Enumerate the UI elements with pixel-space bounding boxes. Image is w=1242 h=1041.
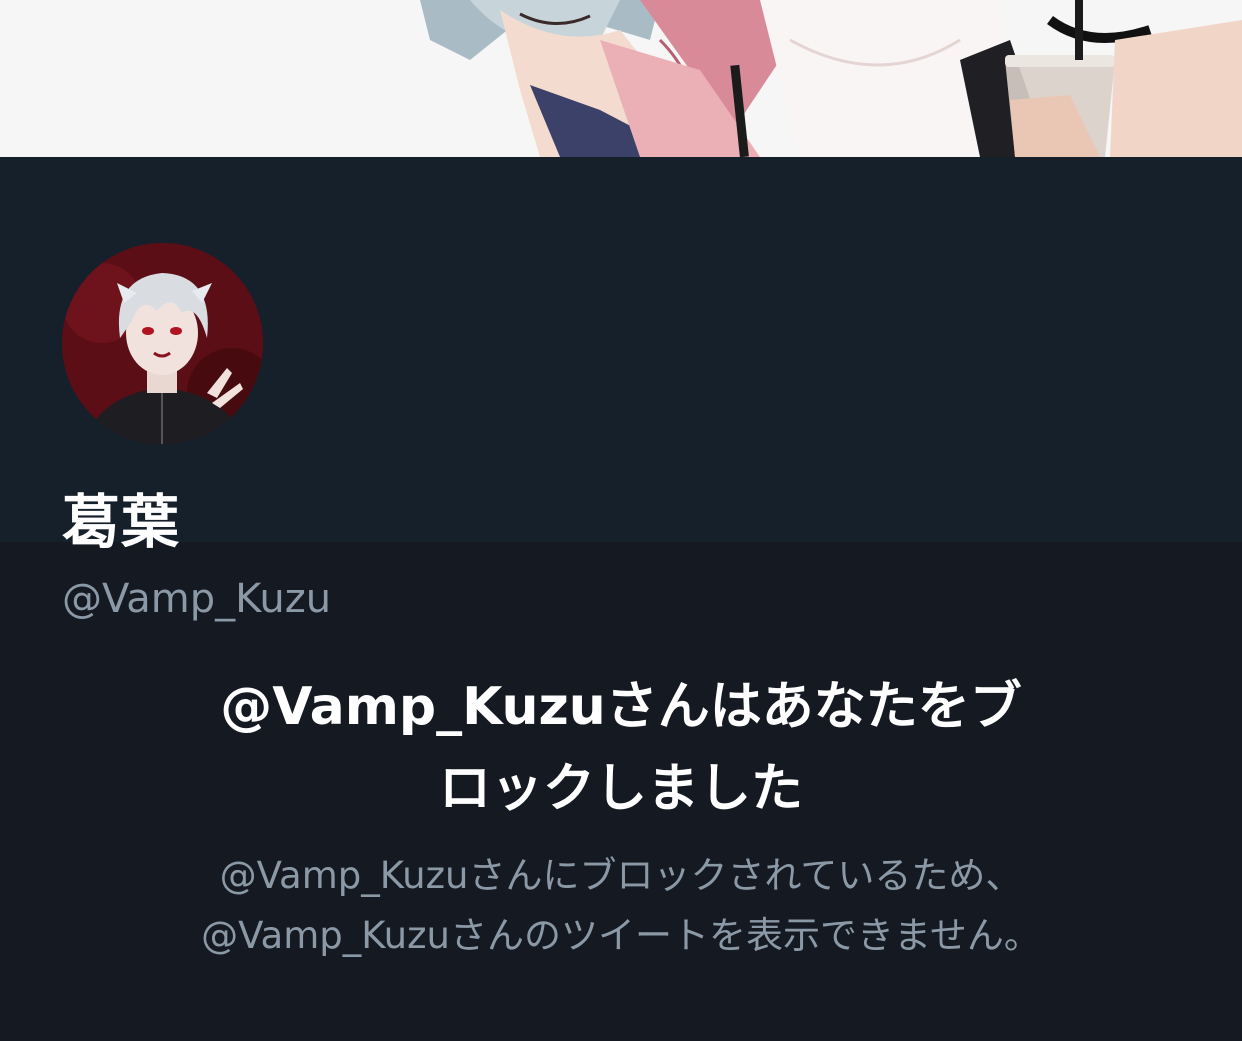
profile-banner-image[interactable] <box>0 0 1242 157</box>
blocked-title-line-2: ロックしました <box>438 759 803 819</box>
blocked-message-line-2: @Vamp_Kuzuさんのツイートを表示できません。 <box>201 914 1041 957</box>
profile-header: 葛葉 @Vamp_Kuzu <box>0 157 1242 622</box>
avatar-image <box>62 243 263 444</box>
blocked-title: @Vamp_Kuzuさんはあなたをブ ロックしました <box>110 666 1132 830</box>
profile-page: 葛葉 @Vamp_Kuzu @Vamp_Kuzuさんはあなたをブ ロックしました… <box>0 0 1242 1041</box>
profile-display-name: 葛葉 <box>62 488 181 556</box>
profile-avatar[interactable] <box>52 233 273 454</box>
blocked-title-line-1: @Vamp_Kuzuさんはあなたをブ <box>220 677 1022 737</box>
blocked-message: @Vamp_Kuzuさんにブロックされているため、 @Vamp_Kuzuさんのツ… <box>90 846 1152 966</box>
blocked-message-line-1: @Vamp_Kuzuさんにブロックされているため、 <box>219 854 1023 897</box>
profile-handle: @Vamp_Kuzu <box>62 576 332 622</box>
